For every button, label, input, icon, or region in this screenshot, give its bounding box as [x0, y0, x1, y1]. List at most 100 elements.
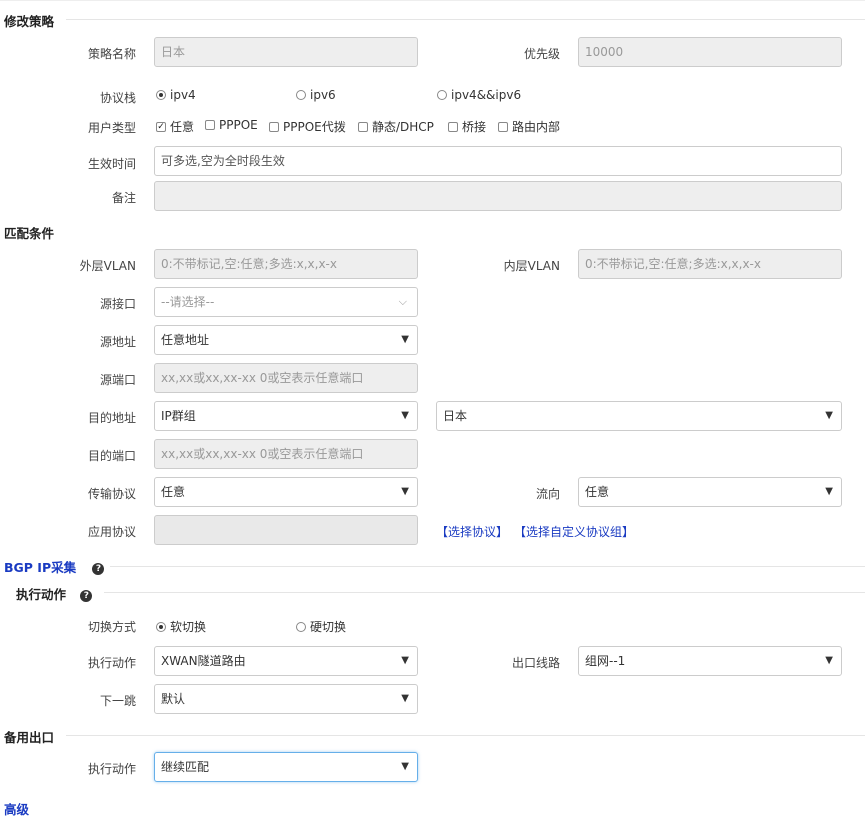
section-title-bgp[interactable]: BGP IP采集 ?	[4, 557, 105, 576]
checkbox-static-dhcp-label: 静态/DHCP	[372, 120, 434, 134]
checkbox-icon	[498, 121, 508, 132]
checkbox-static-dhcp[interactable]: 静态/DHCP	[358, 118, 434, 135]
direction-label: 流向	[535, 487, 560, 501]
chevron-down-icon: ⌵	[398, 295, 407, 308]
src-addr-select[interactable]: 任意地址 ▼	[154, 325, 418, 355]
section-divider	[110, 566, 865, 567]
user-type-label: 用户类型	[87, 121, 136, 135]
dst-group-select[interactable]: 日本 ▼	[436, 401, 842, 431]
src-port-input[interactable]: xx,xx或xx,xx-xx 0或空表示任意端口	[154, 363, 418, 393]
policy-name-label: 策略名称	[87, 47, 136, 61]
radio-ipv4-label: ipv4	[170, 88, 196, 102]
backup-action-value: 继续匹配	[161, 760, 210, 774]
outer-vlan-input[interactable]: 0:不带标记,空:任意;多选:x,x,x-x	[154, 249, 418, 279]
radio-selected-icon	[156, 90, 166, 100]
checkbox-route-internal-label: 路由内部	[512, 120, 561, 134]
src-addr-value: 任意地址	[161, 333, 210, 347]
src-addr-label: 源地址	[99, 335, 136, 349]
section-divider	[66, 19, 865, 20]
src-port-label: 源端口	[99, 373, 136, 387]
inner-vlan-label: 内层VLAN	[503, 259, 560, 273]
checkbox-pppoe-proxy[interactable]: PPPOE代拨	[269, 118, 346, 135]
app-protocol-input	[154, 515, 418, 545]
dst-port-input[interactable]: xx,xx或xx,xx-xx 0或空表示任意端口	[154, 439, 418, 469]
radio-unselected-icon	[296, 90, 306, 100]
checkbox-route-internal[interactable]: 路由内部	[498, 118, 560, 135]
priority-input[interactable]: 10000	[578, 37, 842, 67]
backup-action-label: 执行动作	[87, 762, 136, 776]
bgp-title-text: BGP IP采集	[4, 560, 77, 575]
app-protocol-label: 应用协议	[87, 525, 136, 539]
effective-time-input[interactable]: 可多选,空为全时段生效	[154, 146, 842, 176]
section-title-modify: 修改策略	[4, 14, 55, 29]
remark-label: 备注	[111, 191, 136, 205]
checkbox-pppoe-label: PPPOE	[219, 118, 258, 132]
policy-name-input[interactable]: 日本	[154, 37, 418, 67]
caret-down-icon: ▼	[401, 655, 409, 666]
src-interface-select[interactable]: --请选择-- ⌵	[154, 287, 418, 317]
checkbox-pppoe[interactable]: PPPOE	[205, 118, 258, 132]
remark-input[interactable]	[154, 181, 842, 211]
caret-down-icon: ▼	[401, 693, 409, 704]
switch-mode-label: 切换方式	[87, 620, 136, 634]
transport-value: 任意	[161, 485, 186, 499]
dst-group-value: 日本	[443, 409, 468, 423]
radio-ipv6[interactable]: ipv6	[296, 88, 336, 102]
caret-down-icon: ▼	[401, 486, 409, 497]
select-protocol-link[interactable]: 【选择协议】	[436, 523, 508, 540]
dst-addr-label: 目的地址	[87, 411, 136, 425]
transport-label: 传输协议	[87, 487, 136, 501]
transport-select[interactable]: 任意 ▼	[154, 477, 418, 507]
section-title-match: 匹配条件	[4, 226, 55, 241]
checkbox-bridge[interactable]: 桥接	[448, 118, 486, 135]
inner-vlan-input[interactable]: 0:不带标记,空:任意;多选:x,x,x-x	[578, 249, 842, 279]
section-title-advanced[interactable]: 高级	[4, 799, 29, 818]
checkbox-icon	[205, 120, 215, 130]
src-interface-label: 源接口	[99, 297, 136, 311]
next-hop-select[interactable]: 默认 ▼	[154, 684, 418, 714]
exec-action-label: 执行动作	[87, 656, 136, 670]
dst-addr-select[interactable]: IP群组 ▼	[154, 401, 418, 431]
next-hop-value: 默认	[161, 692, 186, 706]
caret-down-icon: ▼	[401, 761, 409, 772]
section-title-action: 执行动作 ?	[16, 584, 93, 603]
checkbox-icon	[358, 121, 368, 132]
backup-action-select[interactable]: 继续匹配 ▼	[154, 752, 418, 782]
question-circle-icon[interactable]: ?	[80, 589, 93, 602]
priority-label: 优先级	[523, 47, 560, 61]
question-circle-icon[interactable]: ?	[92, 562, 105, 575]
direction-select[interactable]: 任意 ▼	[578, 477, 842, 507]
exec-action-value: XWAN隧道路由	[161, 654, 246, 668]
caret-down-icon: ▼	[825, 410, 833, 421]
outer-vlan-label: 外层VLAN	[79, 259, 136, 273]
radio-unselected-icon	[437, 90, 447, 100]
radio-ipv4[interactable]: ipv4	[156, 88, 196, 102]
radio-selected-icon	[156, 621, 166, 632]
checkbox-icon	[448, 121, 458, 132]
select-custom-protocol-group-link[interactable]: 【选择自定义协议组】	[514, 523, 634, 540]
section-title-backup: 备用出口	[4, 730, 55, 745]
top-divider	[0, 0, 865, 1]
exit-line-select[interactable]: 组网--1 ▼	[578, 646, 842, 676]
caret-down-icon: ▼	[401, 334, 409, 345]
effective-time-label: 生效时间	[87, 157, 136, 171]
radio-hard-switch-label: 硬切换	[310, 620, 347, 634]
caret-down-icon: ▼	[825, 486, 833, 497]
exit-line-label: 出口线路	[511, 656, 560, 670]
section-divider	[66, 735, 865, 736]
caret-down-icon: ▼	[401, 410, 409, 421]
checkbox-pppoe-proxy-label: PPPOE代拨	[283, 120, 346, 134]
radio-ipv4-ipv6[interactable]: ipv4&&ipv6	[437, 88, 521, 102]
checkbox-icon	[269, 121, 279, 132]
radio-soft-switch[interactable]: 软切换	[156, 618, 206, 635]
caret-down-icon: ▼	[825, 655, 833, 666]
section-divider	[104, 592, 865, 593]
exec-action-select[interactable]: XWAN隧道路由 ▼	[154, 646, 418, 676]
radio-unselected-icon	[296, 621, 306, 632]
radio-hard-switch[interactable]: 硬切换	[296, 618, 346, 635]
dst-port-label: 目的端口	[87, 449, 136, 463]
checkbox-any-label: 任意	[170, 120, 195, 134]
checkbox-checked-icon: ✓	[156, 121, 166, 132]
checkbox-any[interactable]: ✓ 任意	[156, 118, 194, 135]
src-interface-placeholder: --请选择--	[161, 295, 215, 309]
